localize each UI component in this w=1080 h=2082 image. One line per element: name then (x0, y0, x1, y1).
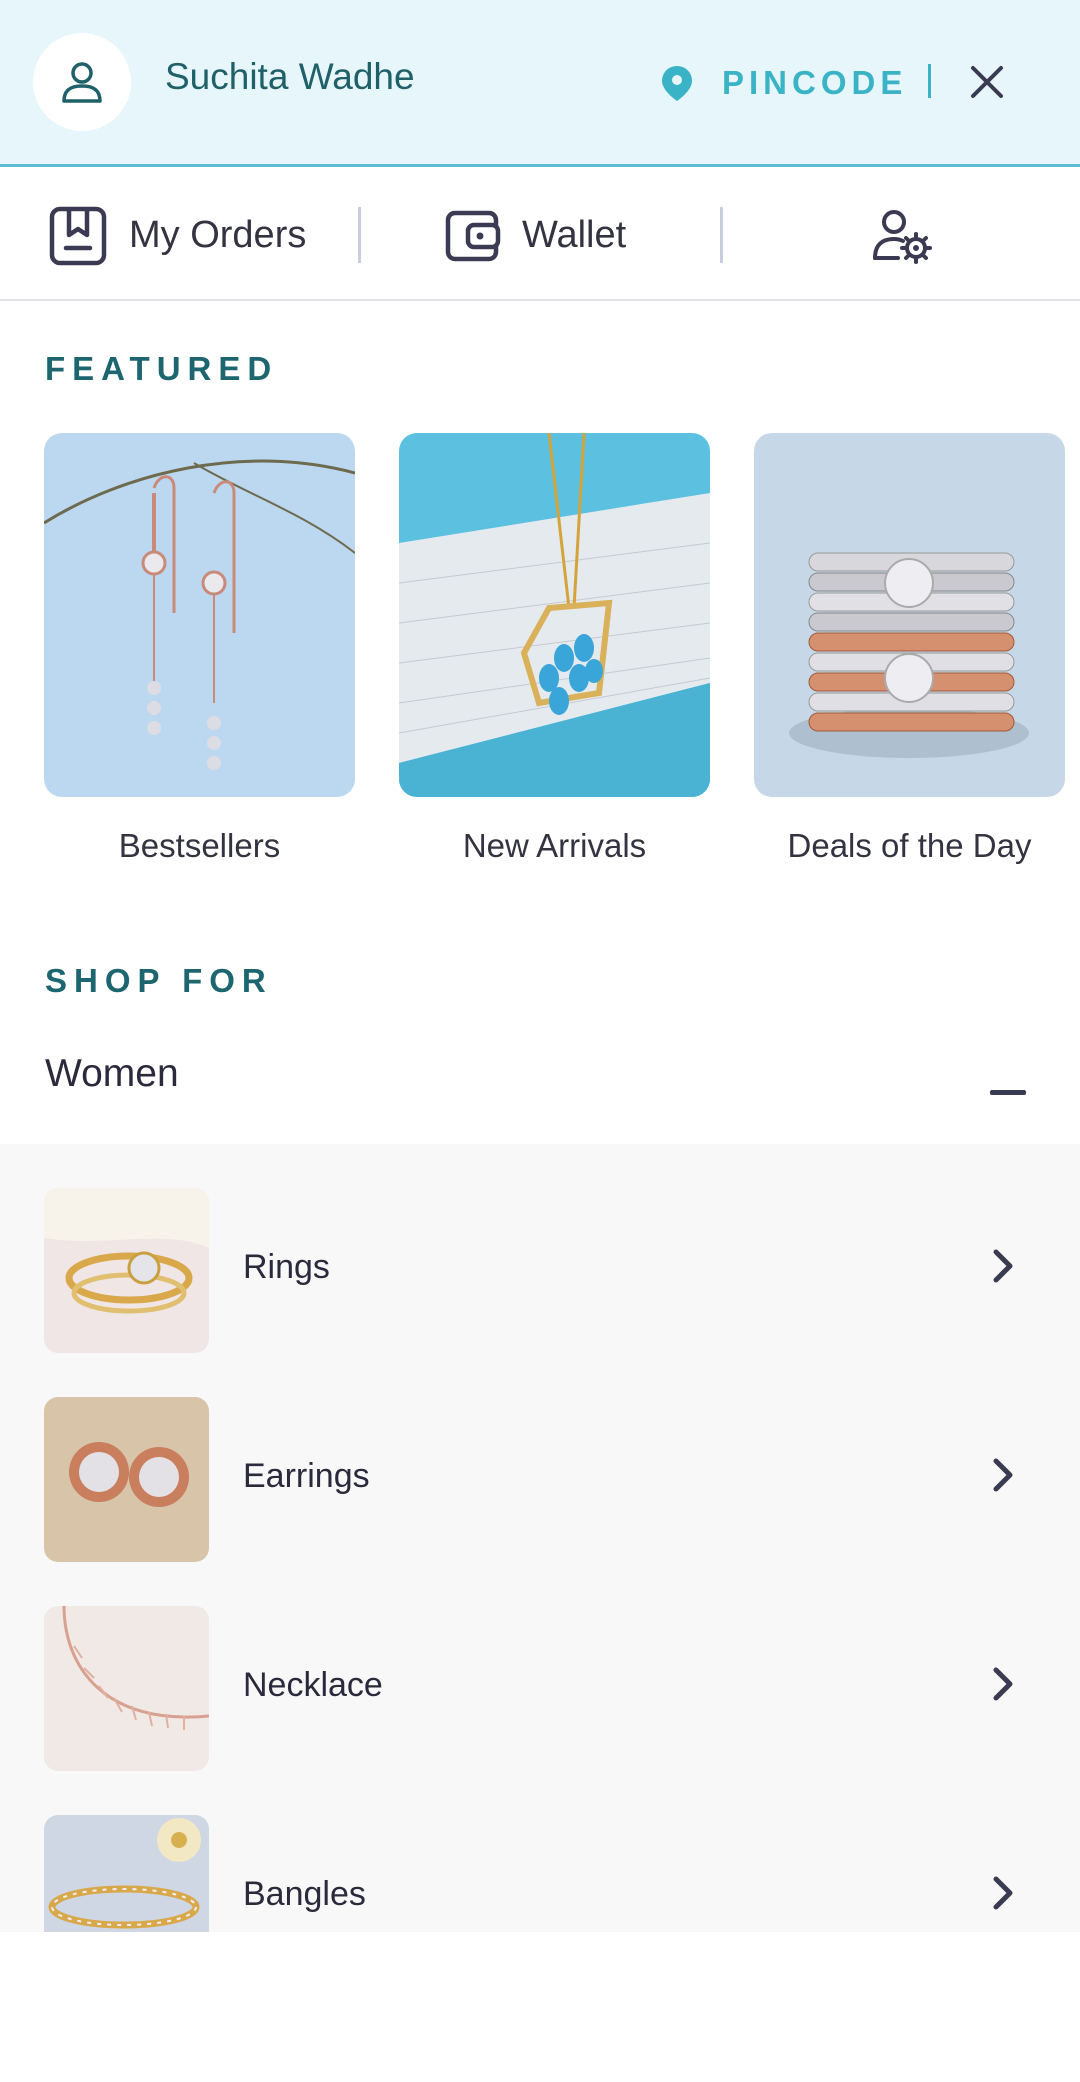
user-icon (62, 62, 102, 103)
women-accordion-header[interactable]: Women (45, 1052, 179, 1096)
featured-card-label: Deals of the Day (787, 827, 1032, 864)
category-item-bangles[interactable]: Bangles (0, 1815, 1080, 1932)
wallet-label: Wallet (522, 214, 627, 256)
deals-of-the-day-image (754, 433, 1065, 797)
wallet-icon (445, 210, 501, 261)
user-avatar[interactable] (33, 33, 131, 131)
bookmark-box-icon (49, 206, 107, 265)
my-orders-label: My Orders (129, 214, 307, 256)
new-arrivals-image (399, 433, 710, 797)
chevron-right-icon (993, 1458, 1013, 1492)
featured-card-deals-of-the-day[interactable]: Deals of the Day (754, 433, 1065, 865)
shop-for-heading: SHOP FOR (45, 962, 273, 999)
chevron-right-icon (993, 1667, 1013, 1701)
user-name: Suchita Wadhe (165, 56, 415, 97)
category-item-earrings[interactable]: Earrings (0, 1397, 1080, 1563)
necklace-thumbnail (44, 1606, 209, 1771)
category-label: Earrings (243, 1457, 370, 1495)
chevron-right-icon (993, 1249, 1013, 1283)
my-orders-button[interactable]: My Orders (47, 170, 306, 301)
bestsellers-image (44, 433, 355, 797)
quick-nav: My Orders Wallet (0, 170, 1080, 301)
category-label: Rings (243, 1248, 330, 1286)
featured-card-bestsellers[interactable]: Bestsellers (44, 433, 355, 865)
wallet-button[interactable]: Wallet (444, 170, 626, 301)
category-item-rings[interactable]: Rings (0, 1188, 1080, 1354)
header-divider (928, 64, 931, 98)
user-settings-icon (873, 210, 932, 264)
close-icon (971, 66, 1003, 98)
account-settings-button[interactable] (872, 208, 932, 269)
drawer-header: Suchita Wadhe PINCODE (0, 0, 1080, 167)
rings-thumbnail (44, 1188, 209, 1353)
chevron-right-icon (993, 1876, 1013, 1910)
featured-card-label: Bestsellers (118, 827, 281, 864)
category-item-necklace[interactable]: Necklace (0, 1606, 1080, 1772)
bangles-thumbnail (44, 1815, 209, 1932)
quick-nav-divider (720, 207, 723, 263)
earrings-thumbnail (44, 1397, 209, 1562)
collapse-icon[interactable] (990, 1090, 1026, 1095)
featured-card-new-arrivals[interactable]: New Arrivals (399, 433, 710, 865)
location-pin-icon[interactable] (660, 64, 694, 102)
pincode-button[interactable]: PINCODE (722, 64, 907, 102)
women-category-list: Rings Earrings Necklace Bangles (0, 1144, 1080, 1932)
close-button[interactable] (963, 58, 1011, 106)
category-label: Necklace (243, 1666, 383, 1704)
quick-nav-divider (358, 207, 361, 263)
featured-heading: FEATURED (45, 350, 279, 387)
category-label: Bangles (243, 1875, 366, 1913)
featured-card-label: New Arrivals (462, 827, 647, 864)
